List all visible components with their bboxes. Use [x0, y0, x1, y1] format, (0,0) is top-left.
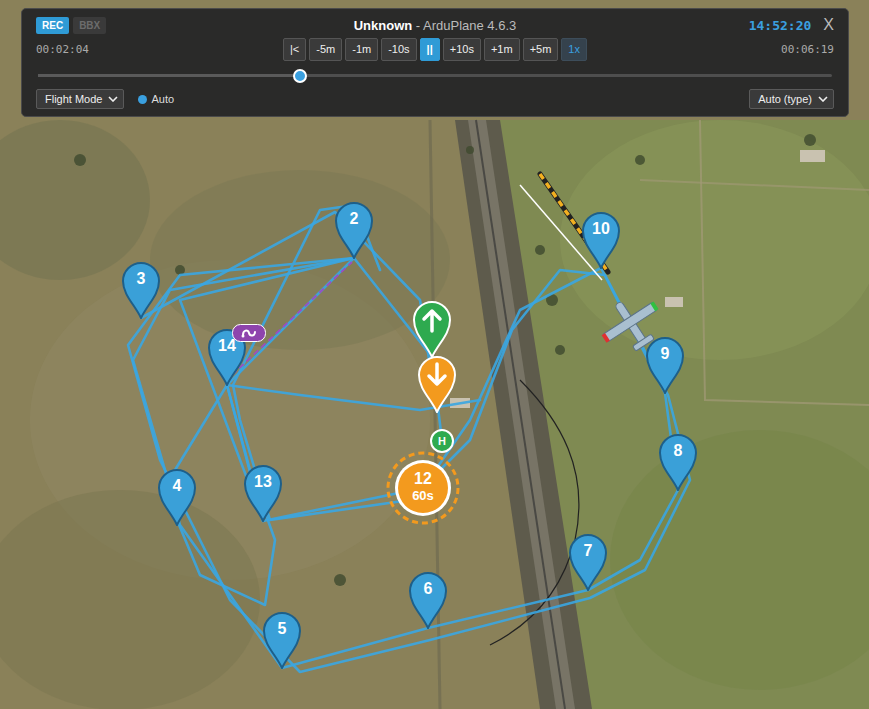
- waypoint-label: 3: [121, 269, 161, 289]
- waypoint-label: 5: [262, 619, 302, 639]
- waypoint-pin[interactable]: 10: [581, 211, 621, 269]
- pin-shape: [408, 571, 448, 629]
- waypoint-pin[interactable]: 3: [121, 261, 161, 319]
- waypoint-pin[interactable]: 7: [568, 533, 608, 591]
- transport-controls: |<-5m-1m-10s||+10s+1m+5m1x: [283, 38, 587, 61]
- waypoint-pin[interactable]: 13: [243, 464, 283, 522]
- current-mode: Auto: [138, 93, 174, 105]
- seek-button[interactable]: +10s: [443, 38, 481, 61]
- waypoint-label: 2: [334, 209, 374, 229]
- track-color-select[interactable]: Auto (type): [749, 89, 834, 109]
- pin-shape: [568, 533, 608, 591]
- waypoint-label: 12: [385, 470, 461, 488]
- seek-button[interactable]: -10s: [381, 38, 416, 61]
- select-label: Auto (type): [758, 93, 812, 105]
- mode-label: Auto: [151, 93, 174, 105]
- waypoint-pin[interactable]: 8: [658, 433, 698, 491]
- pin-shape: [334, 201, 374, 259]
- jump-icon: [232, 324, 266, 342]
- clock-area: 14:52:20 X: [516, 16, 834, 34]
- source-tab[interactable]: REC: [36, 17, 69, 34]
- header-row: RECBBXUnknown - ArduPlane 4.6.314:52:20X: [36, 16, 834, 34]
- seek-button[interactable]: -5m: [309, 38, 342, 61]
- seek-button[interactable]: -1m: [345, 38, 378, 61]
- land-marker[interactable]: [417, 355, 457, 417]
- pin-shape: [581, 211, 621, 269]
- waypoint-pin[interactable]: 6: [408, 571, 448, 629]
- waypoint-label: 9: [645, 344, 685, 364]
- source-tabs: RECBBX: [36, 17, 354, 34]
- home-marker[interactable]: H: [430, 429, 454, 453]
- waypoint-label: 10: [581, 219, 621, 239]
- pin-shape: [121, 261, 161, 319]
- chevron-down-icon: [818, 96, 828, 102]
- total-duration: 00:06:19: [587, 43, 834, 56]
- firmware-version: - ArduPlane 4.6.3: [416, 18, 516, 33]
- map[interactable]: 23456789101260s1314HRECBBXUnknown - Ardu…: [0, 0, 869, 709]
- loiter-time: 60s: [385, 488, 461, 503]
- mode-dot: [138, 95, 147, 104]
- takeoff-marker[interactable]: [412, 300, 452, 362]
- waypoint-label: 13: [243, 472, 283, 492]
- pin-shape: [645, 336, 685, 394]
- timeline-fill: [38, 74, 300, 77]
- waypoint-label: 6: [408, 579, 448, 599]
- up-arrow-icon: [412, 300, 452, 358]
- pin-shape: [243, 464, 283, 522]
- mode-area: Flight Mode Auto: [36, 89, 174, 109]
- pin-shape: [262, 611, 302, 669]
- waypoint-pin[interactable]: 9: [645, 336, 685, 394]
- transport-row: 00:02:04|<-5m-1m-10s||+10s+1m+5m1x00:06:…: [36, 38, 834, 61]
- log-title: Unknown - ArduPlane 4.6.3: [354, 18, 517, 33]
- seek-button[interactable]: +1m: [484, 38, 520, 61]
- waypoint-label: 7: [568, 541, 608, 561]
- down-arrow-icon: [417, 355, 457, 413]
- seek-button[interactable]: +5m: [523, 38, 559, 61]
- waypoint-pin[interactable]: 2: [334, 201, 374, 259]
- waypoint-pin[interactable]: 5: [262, 611, 302, 669]
- chevron-down-icon: [108, 96, 118, 102]
- close-button[interactable]: X: [823, 16, 834, 34]
- elapsed-time: 00:02:04: [36, 43, 283, 56]
- pin-shape: [658, 433, 698, 491]
- select-label: Flight Mode: [45, 93, 102, 105]
- jump-badge[interactable]: [232, 324, 266, 346]
- log-clock: 14:52:20: [749, 18, 812, 33]
- timeline-slider[interactable]: [38, 74, 832, 77]
- pin-shape: [157, 468, 197, 526]
- flight-mode-select[interactable]: Flight Mode: [36, 89, 124, 109]
- source-tab[interactable]: BBX: [73, 17, 106, 34]
- timeline-knob[interactable]: [293, 69, 307, 83]
- waypoint-label: 8: [658, 441, 698, 461]
- seek-button[interactable]: |<: [283, 38, 306, 61]
- waypoint-label: 4: [157, 476, 197, 496]
- speed-button[interactable]: 1x: [561, 38, 587, 61]
- pause-button[interactable]: ||: [420, 38, 440, 61]
- options-row: Flight Mode Auto Auto (type): [36, 89, 834, 109]
- playback-panel: RECBBXUnknown - ArduPlane 4.6.314:52:20X…: [21, 8, 849, 117]
- waypoint-pin[interactable]: 4: [157, 468, 197, 526]
- loiter-waypoint[interactable]: 1260s: [385, 450, 461, 526]
- vehicle-name: Unknown: [354, 18, 413, 33]
